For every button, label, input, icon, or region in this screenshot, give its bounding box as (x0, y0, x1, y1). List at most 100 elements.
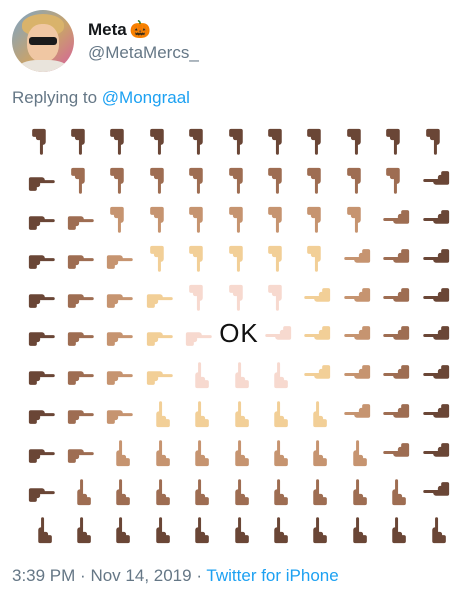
pointing-hand-icon (383, 404, 410, 418)
mention-link[interactable]: @Mongraal (102, 88, 190, 107)
hand-cell (416, 472, 455, 511)
pointing-hand-icon (383, 442, 410, 457)
hand-cell (61, 472, 100, 511)
display-name[interactable]: Meta 🎃 (88, 20, 199, 40)
pointing-hand-icon (274, 440, 288, 466)
hand-cell (140, 356, 179, 395)
hand-cell (377, 123, 416, 162)
hand-cell (101, 395, 140, 434)
pointing-hand-icon (67, 332, 94, 347)
hand-cell (219, 239, 258, 278)
hand-cell (61, 123, 100, 162)
hand-cell (258, 201, 297, 240)
hand-cell (140, 317, 179, 356)
tweet-date[interactable]: Nov 14, 2019 (90, 566, 191, 585)
pointing-hand-icon (110, 206, 125, 233)
hand-cell (337, 433, 376, 472)
pointing-hand-icon (116, 517, 131, 544)
hand-cell (337, 278, 376, 317)
hand-cell (337, 511, 376, 550)
pointing-hand-icon (304, 326, 331, 341)
hand-cell (377, 472, 416, 511)
tweet-source[interactable]: Twitter for iPhone (206, 566, 338, 585)
avatar[interactable] (12, 10, 74, 72)
hand-cell (258, 511, 297, 550)
hand-cell (140, 239, 179, 278)
hand-cell (61, 317, 100, 356)
pointing-hand-icon (116, 440, 131, 466)
hand-cell (337, 317, 376, 356)
pointing-hand-icon (422, 442, 449, 457)
hand-cell (219, 472, 258, 511)
hand-cell (61, 201, 100, 240)
pointing-hand-icon (346, 206, 361, 233)
hand-cell (258, 395, 297, 434)
pointing-hand-icon (268, 284, 282, 311)
hand-cell (61, 356, 100, 395)
hand-cell (377, 511, 416, 550)
hand-cell (61, 239, 100, 278)
hand-cell (101, 162, 140, 201)
pointing-hand-icon (195, 401, 210, 428)
tweet-footer: 3:39 PM · Nov 14, 2019 · Twitter for iPh… (12, 566, 339, 585)
pointing-hand-icon (77, 478, 91, 505)
hand-cell (258, 239, 297, 278)
hand-cell (140, 433, 179, 472)
hand-cell (140, 278, 179, 317)
pointing-hand-icon (344, 287, 370, 302)
pointing-hand-icon (307, 129, 322, 156)
pointing-hand-icon (71, 168, 85, 194)
pointing-hand-icon (234, 401, 249, 428)
hand-cell (180, 123, 219, 162)
pointing-hand-icon (37, 517, 52, 544)
hand-cell (22, 201, 61, 240)
pointing-hand-icon (189, 168, 203, 194)
pointing-hand-icon (383, 287, 410, 302)
pointing-hand-icon (383, 210, 410, 224)
tweet-time[interactable]: 3:39 PM (12, 566, 75, 585)
pointing-hand-icon (265, 326, 292, 341)
hand-cell (377, 317, 416, 356)
pointing-hand-icon (67, 449, 94, 463)
hand-cell (219, 511, 258, 550)
hand-cell (337, 395, 376, 434)
pointing-hand-icon (313, 401, 328, 428)
hand-cell (101, 472, 140, 511)
hand-cell (101, 356, 140, 395)
hand-cell (298, 356, 337, 395)
pointing-hand-icon (67, 216, 94, 230)
pointing-hand-icon (313, 517, 328, 544)
hand-cell (416, 433, 455, 472)
hand-cell (416, 395, 455, 434)
pointing-hand-icon (28, 332, 55, 347)
pointing-hand-icon (386, 168, 400, 194)
pointing-hand-icon (228, 168, 243, 194)
pointing-hand-icon (234, 362, 249, 389)
pointing-hand-icon (28, 216, 55, 230)
pointing-hand-icon (150, 245, 164, 272)
pointing-hand-icon (268, 245, 282, 272)
hand-cell (258, 162, 297, 201)
pointing-hand-icon (383, 248, 410, 263)
pointing-hand-icon (392, 517, 407, 544)
hand-cell (140, 472, 179, 511)
pointing-hand-icon (116, 478, 131, 505)
pointing-hand-icon (71, 129, 85, 156)
hand-cell (180, 239, 219, 278)
pointing-hand-icon (274, 517, 288, 544)
pointing-hand-icon (189, 206, 203, 233)
hand-cell (180, 201, 219, 240)
hand-cell (219, 123, 258, 162)
pointing-hand-icon (383, 326, 410, 341)
hand-cell (22, 395, 61, 434)
hand-cell (416, 123, 455, 162)
hand-cell (219, 162, 258, 201)
hand-cell (61, 278, 100, 317)
pointing-hand-icon (107, 410, 134, 424)
hand-cell (22, 239, 61, 278)
hand-cell (377, 239, 416, 278)
user-handle[interactable]: @MetaMercs_ (88, 43, 199, 63)
hand-cell (101, 278, 140, 317)
hand-cell (416, 162, 455, 201)
pointing-hand-icon (307, 245, 322, 272)
